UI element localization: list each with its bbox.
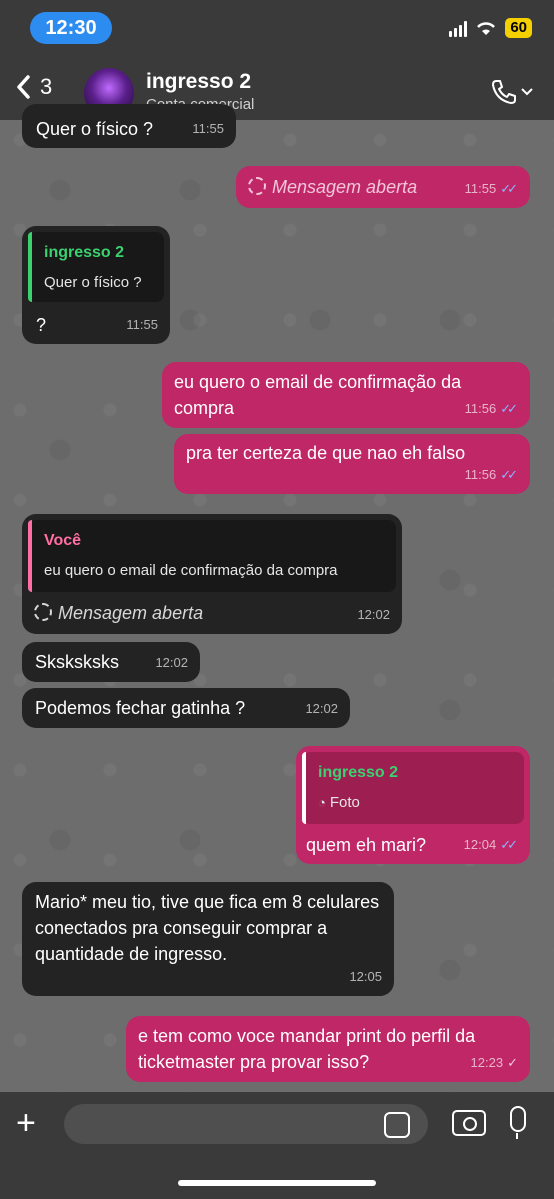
back-button[interactable]: 3 (14, 74, 52, 100)
message-text: Mensagem aberta (248, 174, 417, 200)
message-meta: 12:05 (349, 969, 382, 984)
quote-text: ◔ Foto (318, 794, 360, 811)
phone-icon (492, 80, 516, 104)
message-meta: 12:02 (155, 655, 188, 670)
message-meta: 11:55 (126, 317, 158, 332)
message-incoming[interactable]: Você eu quero o email de confirmação da … (22, 514, 402, 634)
message-meta: 11:55 ✓✓ (465, 176, 518, 202)
message-outgoing[interactable]: ingresso 2 ◔ Foto quem eh mari? 12:04 ✓✓ (296, 746, 530, 864)
quote-author: ingresso 2 (318, 764, 399, 781)
message-outgoing[interactable]: Mensagem aberta 11:55 ✓✓ (236, 166, 530, 208)
plus-icon[interactable]: + (16, 1106, 36, 1140)
status-bar: 12:30 60 (0, 0, 554, 60)
single-check-icon: ✓ (507, 1055, 518, 1070)
battery-indicator: 60 (505, 18, 532, 38)
status-icons: 60 (449, 18, 532, 38)
message-text: ? (36, 315, 47, 335)
message-meta: 12:04 ✓✓ (464, 832, 518, 858)
message-input[interactable] (64, 1104, 428, 1144)
message-text: Sksksksks (35, 652, 120, 672)
double-check-icon: ✓✓ (500, 467, 518, 482)
loading-icon (34, 603, 52, 621)
message-text: pra ter certeza de que nao eh falso (186, 443, 466, 463)
quote-author: Você (44, 532, 82, 549)
message-outgoing[interactable]: pra ter certeza de que nao eh falso 11:5… (174, 434, 530, 494)
message-text: Podemos fechar gatinha ? (35, 698, 246, 718)
reply-quote[interactable]: ingresso 2 ◔ Foto (302, 752, 524, 824)
message-incoming[interactable]: Quer o físico ? 11:55 (22, 104, 236, 148)
message-incoming[interactable]: Sksksksks 12:02 (22, 642, 200, 682)
quote-text: Quer o físico ? (44, 274, 142, 291)
message-outgoing[interactable]: e tem como voce mandar print do perfil d… (126, 1016, 530, 1082)
signal-icon (449, 19, 468, 37)
message-meta: 12:23 ✓ (471, 1050, 518, 1076)
message-incoming[interactable]: Podemos fechar gatinha ? 12:02 (22, 688, 350, 728)
message-text: e tem como voce mandar print do perfil d… (138, 1026, 476, 1072)
double-check-icon: ✓✓ (500, 181, 518, 196)
unread-count: 3 (40, 74, 53, 99)
sticker-icon[interactable] (384, 1112, 410, 1138)
double-check-icon: ✓✓ (500, 837, 518, 852)
contact-name[interactable]: ingresso 2 (146, 70, 251, 94)
message-text: Mensagem aberta (34, 600, 203, 626)
wifi-icon (477, 22, 496, 35)
loading-icon (248, 177, 266, 195)
quote-author: ingresso 2 (44, 244, 125, 261)
message-incoming[interactable]: Mario* meu tio, tive que fica em 8 celul… (22, 882, 394, 996)
reply-quote[interactable]: Você eu quero o email de confirmação da … (28, 520, 396, 592)
camera-icon[interactable] (452, 1110, 486, 1136)
message-text: quem eh mari? (306, 835, 427, 855)
status-time: 12:30 (30, 12, 112, 44)
reply-quote[interactable]: ingresso 2 Quer o físico ? (28, 232, 164, 302)
message-meta: 11:56 ✓✓ (465, 462, 518, 488)
home-indicator (178, 1180, 376, 1186)
microphone-icon[interactable] (510, 1106, 526, 1139)
message-text: Mario* meu tio, tive que fica em 8 celul… (35, 892, 380, 964)
message-meta: 11:56 ✓✓ (465, 396, 518, 422)
double-check-icon: ✓✓ (500, 401, 518, 416)
message-outgoing[interactable]: eu quero o email de confirmação da compr… (162, 362, 530, 428)
message-meta: 12:02 (357, 607, 390, 622)
message-meta: 12:02 (305, 701, 338, 716)
message-meta: 11:55 (192, 121, 224, 136)
message-incoming[interactable]: ingresso 2 Quer o físico ? ? 11:55 (22, 226, 170, 344)
chevron-left-icon (17, 75, 30, 99)
photo-icon: ◔ (318, 795, 326, 810)
message-text: Quer o físico ? (36, 119, 154, 139)
quote-text: eu quero o email de confirmação da compr… (44, 562, 338, 579)
chevron-down-icon (521, 88, 533, 96)
call-button[interactable] (490, 78, 534, 106)
